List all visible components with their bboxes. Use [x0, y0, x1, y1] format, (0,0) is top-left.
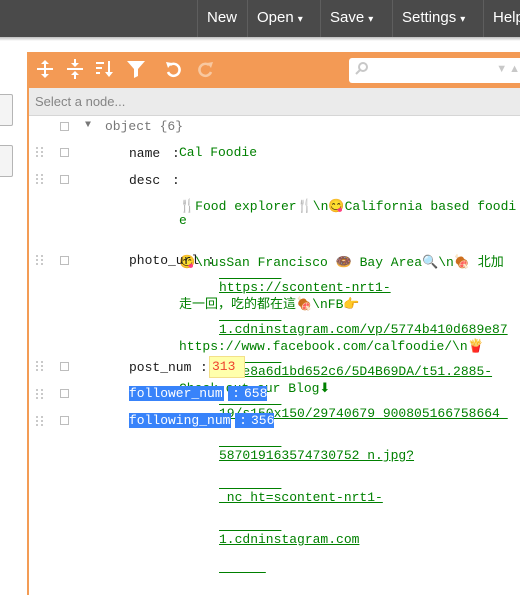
collapse-triangle-icon[interactable]: ▼: [85, 120, 91, 131]
number-value-field[interactable]: 313: [209, 356, 245, 378]
field-key[interactable]: name: [129, 146, 160, 161]
row-checkbox[interactable]: [60, 256, 69, 265]
menu-shadow: [0, 37, 520, 41]
collapse-all-icon[interactable]: [64, 59, 86, 81]
help-menu-button[interactable]: Help: [483, 0, 520, 37]
left-pane-button[interactable]: [0, 94, 13, 126]
tree-row-post-num[interactable]: post_num : 313: [29, 354, 520, 378]
navigation-bar[interactable]: Select a node...: [29, 88, 520, 116]
search-nav-icons[interactable]: ▼▲: [496, 63, 520, 75]
tree-row-root[interactable]: ▼ object {6}: [29, 115, 520, 135]
value-line: _nc_ht=scontent-nrt1-: [219, 490, 383, 505]
field-key[interactable]: photo_url: [129, 253, 199, 268]
settings-label: Settings: [402, 9, 457, 26]
json-editor: ▼▲ Select a node... ▼ object {6} name : …: [27, 52, 520, 595]
left-pane-button[interactable]: [0, 145, 13, 177]
row-checkbox[interactable]: [60, 148, 69, 157]
row-checkbox[interactable]: [60, 416, 69, 425]
drag-handle-icon[interactable]: [36, 361, 44, 371]
drag-handle-icon[interactable]: [36, 147, 44, 157]
value-line: 1.cdninstagram.com: [219, 532, 360, 547]
field-key[interactable]: desc: [129, 173, 160, 188]
tree-row-desc[interactable]: desc : 🍴Food explorer🍴\n😋California base…: [29, 168, 520, 396]
chevron-down-icon: ▾: [297, 14, 303, 25]
tree-row-photo-url[interactable]: photo_url : https://scontent-nrt1- 1.cdn…: [29, 249, 520, 547]
drag-handle-icon[interactable]: [36, 389, 44, 399]
undo-icon[interactable]: [163, 59, 185, 81]
search-icon: [355, 61, 369, 78]
row-checkbox[interactable]: [60, 362, 69, 371]
open-menu-button[interactable]: Open ▾: [247, 0, 312, 37]
help-label: Help: [493, 9, 520, 26]
new-label: New: [207, 9, 238, 26]
field-key[interactable]: following_num: [129, 413, 232, 428]
tree-row-following-num[interactable]: following_num : 356: [29, 410, 520, 430]
save-label: Save: [330, 9, 365, 26]
drag-handle-icon[interactable]: [36, 174, 44, 184]
filter-icon[interactable]: [125, 59, 147, 81]
drag-handle-icon[interactable]: [36, 416, 44, 426]
drag-handle-icon[interactable]: [36, 255, 44, 265]
value-line: 1.cdninstagram.com/vp/5774b410d689e87: [219, 322, 508, 337]
value-line: 587019163574730752_n.jpg?: [219, 448, 415, 463]
key-value-separator: :: [207, 253, 215, 268]
key-value-separator: :: [235, 413, 251, 428]
number-value-field[interactable]: 658: [244, 386, 268, 401]
tree-row-name[interactable]: name : Cal Foodie: [29, 141, 520, 161]
value-line: 🍴Food explorer🍴\n😋California based foodi…: [179, 199, 517, 228]
search-box[interactable]: ▼▲: [349, 58, 520, 83]
field-key[interactable]: follower_num: [129, 386, 224, 401]
row-checkbox[interactable]: [60, 175, 69, 184]
tree-view: ▼ object {6} name : Cal Foodie desc : 🍴F…: [29, 115, 520, 595]
settings-menu-button[interactable]: Settings ▾: [392, 0, 474, 37]
open-label: Open: [257, 9, 294, 26]
new-menu-button[interactable]: New: [197, 0, 246, 37]
node-path-placeholder: Select a node...: [35, 94, 126, 109]
chevron-down-icon: ▾: [460, 14, 466, 25]
row-checkbox[interactable]: [60, 122, 69, 131]
field-value[interactable]: Cal Foodie: [179, 146, 257, 160]
root-object-label: object {6}: [105, 119, 184, 134]
expand-all-icon[interactable]: [34, 59, 56, 81]
editor-toolbar: ▼▲: [29, 52, 520, 88]
row-checkbox[interactable]: [60, 389, 69, 398]
number-value-field[interactable]: 356: [251, 413, 275, 428]
tree-row-follower-num[interactable]: follower_num : 658: [29, 383, 520, 403]
redo-icon[interactable]: [194, 59, 216, 81]
key-value-separator: :: [200, 360, 208, 375]
field-key[interactable]: post_num: [129, 360, 191, 375]
menu-bar: New Open ▾ Save ▾ Settings ▾ Help: [0, 0, 520, 41]
sort-icon[interactable]: [94, 59, 116, 81]
save-menu-button[interactable]: Save ▾: [320, 0, 382, 37]
value-line: https://scontent-nrt1-: [219, 280, 391, 295]
chevron-down-icon: ▾: [368, 14, 374, 25]
key-value-separator: :: [228, 386, 244, 401]
